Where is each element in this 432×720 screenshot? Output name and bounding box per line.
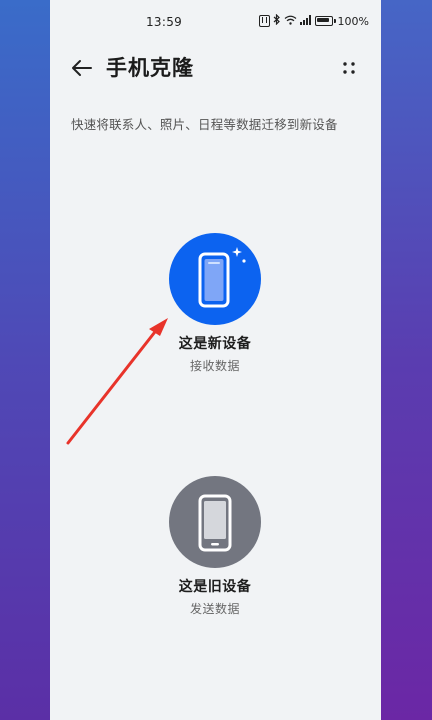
battery-icon bbox=[314, 16, 336, 26]
status-icons: 100% bbox=[258, 13, 369, 28]
more-dots-icon bbox=[343, 62, 355, 74]
status-bar: 13:59 100% bbox=[50, 0, 381, 46]
app-bar: 手机克隆 bbox=[50, 46, 381, 90]
new-device-option[interactable]: 这是新设备 接收数据 bbox=[150, 233, 280, 374]
status-time: 13:59 bbox=[146, 15, 183, 29]
new-device-sublabel: 接收数据 bbox=[189, 359, 240, 373]
more-options-button[interactable] bbox=[335, 54, 363, 82]
old-phone-icon bbox=[198, 494, 232, 552]
background-right bbox=[381, 0, 432, 720]
signal-icon bbox=[299, 14, 312, 28]
background-left bbox=[0, 0, 50, 720]
new-device-circle bbox=[169, 233, 261, 325]
nfc-icon bbox=[258, 15, 270, 27]
new-device-label: 这是新设备 bbox=[178, 336, 252, 352]
phone-screen: 13:59 100% 手机克隆 快速将联系人、照片、日程等数据迁移到新设备 这是… bbox=[50, 0, 381, 720]
old-device-option[interactable]: 这是旧设备 发送数据 bbox=[150, 476, 280, 617]
old-device-circle bbox=[169, 476, 261, 568]
battery-level: 100% bbox=[337, 14, 369, 28]
wifi-icon bbox=[284, 15, 297, 28]
back-button[interactable] bbox=[68, 54, 96, 82]
back-arrow-icon bbox=[72, 60, 92, 76]
old-device-sublabel: 发送数据 bbox=[189, 602, 240, 616]
old-device-label: 这是旧设备 bbox=[178, 579, 252, 595]
page-description: 快速将联系人、照片、日程等数据迁移到新设备 bbox=[71, 117, 338, 132]
page-title: 手机克隆 bbox=[106, 56, 194, 80]
bluetooth-icon bbox=[273, 13, 281, 28]
new-phone-icon bbox=[198, 247, 246, 308]
